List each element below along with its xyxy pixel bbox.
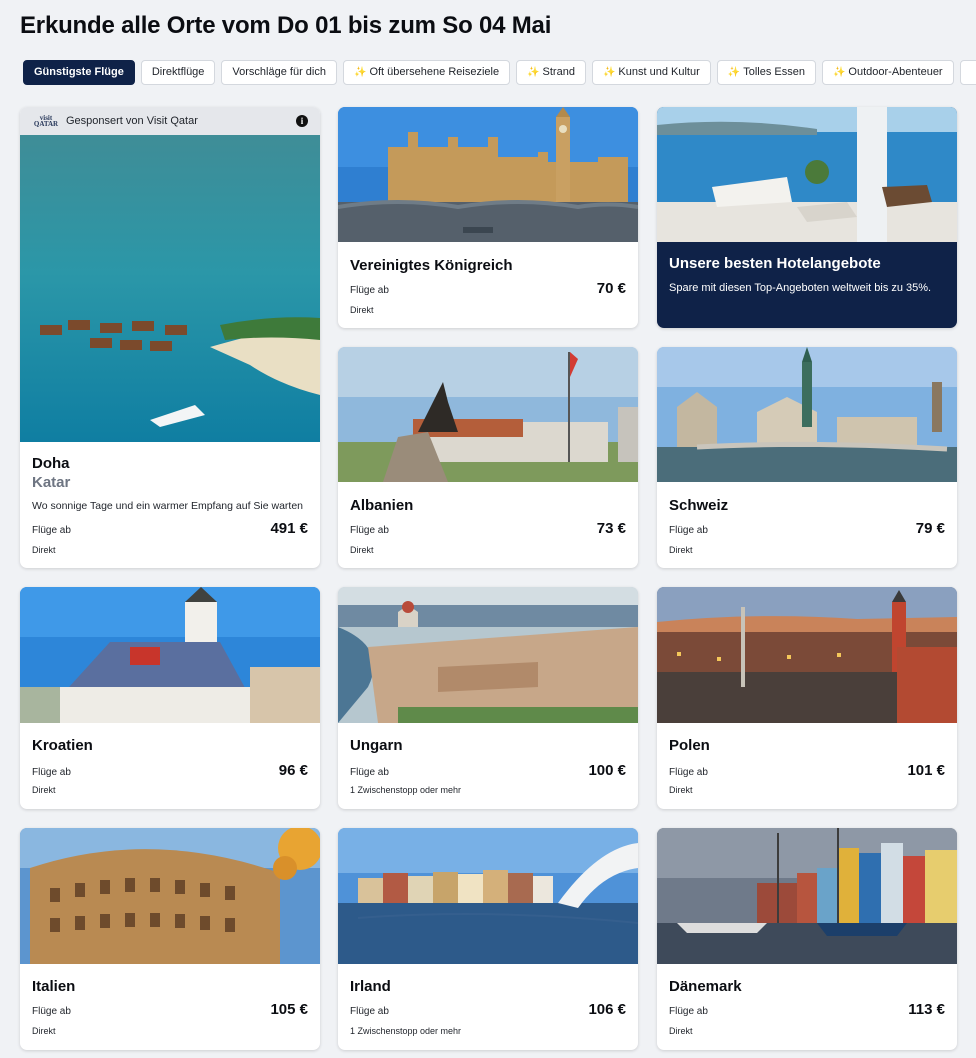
hotel-deals-card[interactable]: Unsere besten Hotelangebote Spare mit di… <box>657 107 957 328</box>
stops-info: 1 Zwischenstopp oder mehr <box>350 1026 462 1036</box>
sparkle-icon: ✨ <box>832 67 846 78</box>
flights-from-label: Flüge ab <box>32 1006 71 1017</box>
destination-name: Polen <box>669 737 710 754</box>
stops-info: Direkt <box>669 545 693 555</box>
sparkle-icon: ✨ <box>727 67 741 78</box>
destination-card-switzerland[interactable]: Schweiz Flüge ab 79 € Direkt <box>657 347 957 568</box>
stops-info: Direkt <box>32 545 56 555</box>
chip-art-culture[interactable]: ✨ Kunst und Kultur <box>591 60 711 85</box>
price: 113 € <box>908 1001 945 1018</box>
destination-name: Italien <box>32 978 76 995</box>
chip-cheapest[interactable]: Günstigste Flüge <box>23 60 135 85</box>
italy-image <box>20 828 320 964</box>
flights-from-label: Flüge ab <box>669 525 708 536</box>
destination-name: Dänemark <box>669 978 742 995</box>
denmark-image <box>657 828 957 964</box>
destination-card-albania[interactable]: Albanien Flüge ab 73 € Direkt <box>338 347 638 568</box>
flights-from-label: Flüge ab <box>669 1006 708 1017</box>
stops-info: Direkt <box>32 1026 56 1036</box>
sparkle-icon: ✨ <box>353 67 367 78</box>
destination-card-poland[interactable]: Polen Flüge ab 101 € Direkt <box>657 587 957 809</box>
hotel-promo-text: Spare mit diesen Top-Angeboten weltweit … <box>669 282 932 294</box>
doha-image <box>20 135 320 442</box>
filter-chips: Günstigste Flüge Direktflüge Vorschläge … <box>23 60 976 86</box>
destination-country: Katar <box>32 474 71 491</box>
destination-name: Kroatien <box>32 737 93 754</box>
price: 491 € <box>270 520 308 537</box>
chip-outdoor[interactable]: ✨ Outdoor-Abenteuer <box>821 60 954 85</box>
chip-food[interactable]: ✨ Tolles Essen <box>716 60 816 85</box>
destination-card-italy[interactable]: Italien Flüge ab 105 € Direkt <box>20 828 320 1050</box>
destination-name: Doha <box>32 455 70 472</box>
croatia-image <box>20 587 320 723</box>
sponsor-header: visit QATAR Gesponsert von Visit Qatar i <box>20 107 320 135</box>
sponsor-text: Gesponsert von Visit Qatar <box>66 115 198 127</box>
chip-beach[interactable]: ✨ Strand <box>516 60 586 85</box>
stops-info: Direkt <box>669 785 693 795</box>
flights-from-label: Flüge ab <box>350 1006 389 1017</box>
destination-card-uk[interactable]: Vereinigtes Königreich Flüge ab 70 € Dir… <box>338 107 638 328</box>
info-icon[interactable]: i <box>296 115 308 127</box>
sparkle-icon: ✨ <box>527 67 540 78</box>
chip-suggestions[interactable]: Vorschläge für dich <box>221 60 337 85</box>
price: 100 € <box>588 762 626 779</box>
albania-image <box>338 347 638 482</box>
price: 79 € <box>915 520 945 537</box>
sponsored-card-doha[interactable]: visit QATAR Gesponsert von Visit Qatar i <box>20 107 320 568</box>
price: 105 € <box>270 1001 308 1018</box>
stops-info: Direkt <box>350 305 374 315</box>
flights-from-label: Flüge ab <box>350 285 389 296</box>
sparkle-icon: ✨ <box>602 67 616 78</box>
uk-image <box>338 107 638 242</box>
switzerland-image <box>657 347 957 482</box>
destination-name: Vereinigtes Königreich <box>350 257 513 274</box>
stops-info: Direkt <box>32 785 56 795</box>
hotel-image <box>657 107 957 242</box>
hotel-promo-title: Unsere besten Hotelangebote <box>669 255 881 272</box>
page-title: Erkunde alle Orte vom Do 01 bis zum So 0… <box>20 12 552 39</box>
stops-info: Direkt <box>350 545 374 555</box>
price: 101 € <box>907 762 945 779</box>
destination-card-hungary[interactable]: Ungarn Flüge ab 100 € 1 Zwischenstopp od… <box>338 587 638 809</box>
chip-direct[interactable]: Direktflüge <box>140 60 216 85</box>
destination-card-croatia[interactable]: Kroatien Flüge ab 96 € Direkt <box>20 587 320 809</box>
destination-card-ireland[interactable]: Irland Flüge ab 106 € 1 Zwischenstopp od… <box>338 828 638 1050</box>
price: 106 € <box>588 1001 626 1018</box>
flights-from-label: Flüge ab <box>350 525 389 536</box>
destination-name: Irland <box>350 978 391 995</box>
price: 96 € <box>278 762 308 779</box>
chip-more[interactable] <box>959 60 976 85</box>
visit-qatar-logo: visit QATAR <box>33 114 59 128</box>
ireland-image <box>338 828 638 964</box>
destination-name: Schweiz <box>669 497 729 514</box>
flights-from-label: Flüge ab <box>32 525 71 536</box>
stops-info: Direkt <box>669 1026 693 1036</box>
destination-card-denmark[interactable]: Dänemark Flüge ab 113 € Direkt <box>657 828 957 1050</box>
destination-tagline: Wo sonnige Tage und ein warmer Empfang a… <box>32 500 304 512</box>
flights-from-label: Flüge ab <box>669 767 708 778</box>
hungary-image <box>338 587 638 723</box>
price: 73 € <box>596 520 626 537</box>
poland-image <box>657 587 957 723</box>
flights-from-label: Flüge ab <box>32 767 71 778</box>
destination-name: Ungarn <box>350 737 403 754</box>
chip-overlooked[interactable]: ✨ Oft übersehene Reiseziele <box>342 60 511 85</box>
destination-name: Albanien <box>350 497 414 514</box>
stops-info: 1 Zwischenstopp oder mehr <box>350 785 462 795</box>
price: 70 € <box>596 280 626 297</box>
flights-from-label: Flüge ab <box>350 767 389 778</box>
